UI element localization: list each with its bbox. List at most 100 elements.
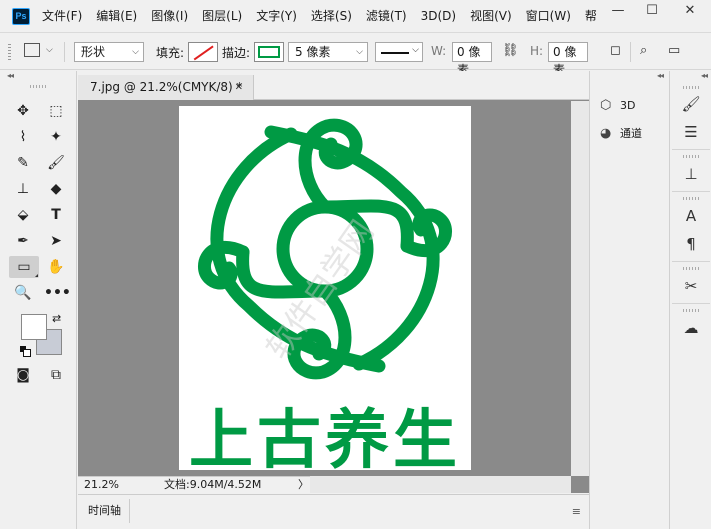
close-window-button[interactable]: ✕ (669, 0, 711, 22)
tab-timeline[interactable]: 时间轴 (78, 499, 130, 523)
stamp-tool-icon[interactable]: ⊥ (11, 178, 35, 200)
clone-source-icon[interactable]: ⊥ (679, 163, 703, 185)
paint-bucket-tool-icon[interactable]: ⬙ (11, 204, 35, 226)
rectangle-tool-preset-icon[interactable] (24, 43, 40, 57)
stroke-width-value: 5 像素 (295, 45, 331, 59)
divider (64, 42, 65, 62)
magic-wand-tool-icon[interactable]: ✦ (44, 126, 68, 148)
panel-channels-label: 通道 (620, 127, 642, 140)
maximize-button[interactable]: ☐ (635, 0, 669, 22)
panel-channels[interactable]: ◕ 通道 (600, 123, 642, 145)
menu-3d[interactable]: 3D(D) (421, 0, 456, 33)
close-tab-icon[interactable]: ✕ (235, 75, 243, 100)
dock-grip[interactable] (683, 309, 699, 312)
chevron-down-icon: ⌵ (356, 47, 363, 57)
move-tool-icon[interactable]: ✥ (11, 100, 35, 122)
panel-menu-icon[interactable]: ≡ (572, 505, 581, 518)
options-bar-grip[interactable] (8, 44, 11, 60)
paragraph-icon[interactable]: ¶ (679, 233, 703, 255)
stroke-label: 描边: (222, 46, 251, 60)
menu-select[interactable]: 选择(S) (311, 0, 352, 33)
fill-color-swatch[interactable] (188, 42, 218, 62)
collapse-tools-icon[interactable]: ◂◂ (0, 71, 76, 81)
document-tab[interactable]: 7.jpg @ 21.2%(CMYK/8) * ✕ (78, 75, 254, 100)
dock-grip[interactable] (683, 155, 699, 158)
brush-tool-icon[interactable]: 🖌 (44, 152, 68, 174)
zoom-tool-icon[interactable]: 🔍 (11, 282, 35, 304)
tools-options-icon[interactable]: ✂ (679, 275, 703, 297)
divider (672, 303, 710, 304)
menu-filter[interactable]: 滤镜(T) (366, 0, 407, 33)
menu-help[interactable]: 帮助 (585, 0, 597, 33)
default-colors-icon[interactable] (20, 346, 31, 357)
tools-grip[interactable] (30, 85, 46, 88)
document-tab-title: 7.jpg @ 21.2%(CMYK/8) * (90, 80, 243, 94)
photoshop-logo-icon: Ps (12, 8, 30, 25)
chevron-down-icon: ⌵ (412, 45, 419, 55)
logo-artwork: 上古养生 软件自学网 (189, 118, 457, 478)
link-icon[interactable]: ⛓ (502, 43, 519, 58)
eraser-tool-icon[interactable]: ◆ (44, 178, 68, 200)
stroke-color-swatch[interactable] (254, 42, 284, 62)
divider (672, 261, 710, 262)
collapse-dock-icon[interactable]: ◂◂ (670, 71, 711, 81)
hand-tool-icon[interactable]: ✋ (44, 256, 68, 278)
marquee-tool-icon[interactable]: ⬚ (44, 100, 68, 122)
foreground-color-swatch[interactable] (21, 314, 47, 340)
divider (672, 149, 710, 150)
stroke-type-select[interactable]: ⌵ (375, 42, 423, 62)
zoom-level[interactable]: 21.2% (84, 477, 119, 493)
type-tool-icon[interactable]: T (44, 204, 68, 226)
lasso-tool-icon[interactable]: ⌇ (11, 126, 35, 148)
shape-mode-select[interactable]: 形状 ⌵ (74, 42, 144, 62)
dock-grip[interactable] (683, 197, 699, 200)
status-menu-icon[interactable]: 〉 (298, 477, 309, 493)
height-field[interactable]: 0 像素 (548, 42, 588, 77)
menu-image[interactable]: 图像(I) (151, 0, 188, 33)
brush-settings-icon[interactable]: 🖌 (679, 93, 703, 115)
menu-file[interactable]: 文件(F) (42, 0, 82, 33)
workspace-icon[interactable]: ▭ (668, 43, 680, 58)
menu-edit[interactable]: 编辑(E) (96, 0, 137, 33)
chevron-down-icon[interactable]: ⌵ (46, 45, 53, 55)
menu-type[interactable]: 文字(Y) (256, 0, 297, 33)
more-tools-icon[interactable]: ••• (44, 282, 71, 304)
width-field[interactable]: 0 像素 (452, 42, 492, 77)
fill-label: 填充: (156, 46, 185, 60)
pen-tool-icon[interactable]: ✒ (11, 230, 35, 252)
document-info: 文档:9.04M/4.52M (164, 478, 262, 491)
document-canvas[interactable]: 上古养生 软件自学网 (179, 106, 471, 478)
icon-dock: ◂◂ 🖌 ☰ ⊥ A ¶ ✂ ☁ (669, 71, 711, 529)
divider (630, 42, 631, 62)
creative-cloud-icon[interactable]: ☁ (679, 317, 703, 339)
timeline-panel: 时间轴 ≡ (78, 494, 589, 529)
dock-grip[interactable] (683, 86, 699, 89)
panel-3d[interactable]: ⬡ 3D (600, 95, 635, 117)
screen-mode-icon[interactable]: ⧉ (44, 364, 68, 386)
panel-3d-label: 3D (620, 99, 636, 112)
adjustments-icon[interactable]: ☰ (679, 121, 703, 143)
menu-view[interactable]: 视图(V) (470, 0, 512, 33)
path-operations-icon[interactable]: ◻ (610, 43, 621, 58)
menu-layer[interactable]: 图层(L) (202, 0, 242, 33)
quick-mask-icon[interactable]: ◙ (11, 364, 35, 386)
minimize-button[interactable]: — (601, 0, 635, 22)
tools-panel: ◂◂ ✥ ⬚ ⌇ ✦ ✎ 🖌 ⊥ ◆ ⬙ T ✒ ➤ ▭ ✋ 🔍 ••• ⇄ ◙… (0, 71, 77, 529)
stroke-width-select[interactable]: 5 像素 ⌵ (288, 42, 368, 62)
dock-grip[interactable] (683, 267, 699, 270)
search-icon[interactable]: ⌕ (640, 43, 647, 58)
path-selection-tool-icon[interactable]: ➤ (44, 230, 68, 252)
vertical-scrollbar[interactable] (571, 101, 589, 476)
character-icon[interactable]: A (679, 205, 703, 227)
options-bar: ⌵ 形状 ⌵ 填充: 描边: 5 像素 ⌵ ⌵ W: 0 像素 ⛓ H: 0 像素 … (0, 34, 711, 77)
menu-window[interactable]: 窗口(W) (526, 0, 571, 33)
swap-colors-icon[interactable]: ⇄ (52, 312, 61, 325)
eyedropper-tool-icon[interactable]: ✎ (11, 152, 35, 174)
width-label: W: (431, 44, 447, 58)
collapse-panels-icon[interactable]: ◂◂ (590, 71, 669, 81)
chevron-down-icon: ⌵ (132, 47, 139, 57)
height-label: H: (530, 44, 544, 58)
shape-mode-value: 形状 (81, 45, 106, 59)
rectangle-tool-icon[interactable]: ▭ (9, 256, 39, 278)
cube-icon: ⬡ (600, 98, 612, 113)
